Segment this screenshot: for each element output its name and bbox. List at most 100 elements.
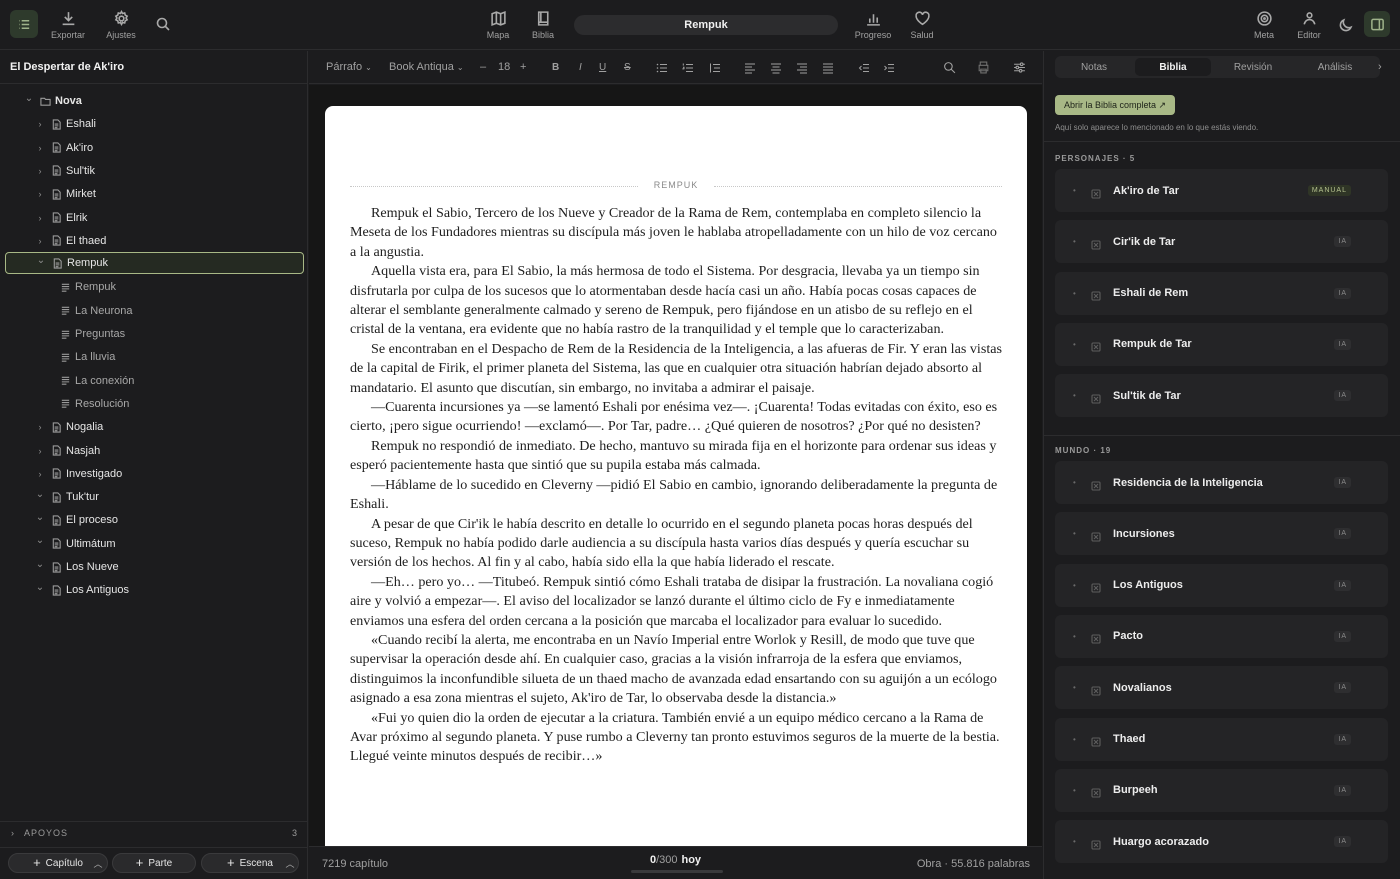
chevron-right-icon[interactable]: › [35, 189, 45, 199]
chapter-item[interactable]: › Nogalia [0, 416, 308, 438]
align-right-icon[interactable] [796, 62, 808, 74]
drag-handle-icon[interactable]: • [1073, 186, 1076, 195]
chevron-down-icon[interactable]: ⌄ [35, 582, 45, 593]
add-part-button[interactable]: + Parte [112, 853, 196, 873]
drag-handle-icon[interactable]: • [1073, 478, 1076, 487]
editor-button[interactable]: Editor [1294, 10, 1324, 40]
numbered-list-icon[interactable] [682, 62, 694, 74]
tab-revision[interactable]: Revisión [1215, 56, 1291, 78]
chapter-item[interactable]: › Investigado [0, 463, 308, 485]
bible-entry-card[interactable]: • Burpeeh IA [1055, 768, 1388, 812]
bible-entry-card[interactable]: • Eshali de Rem IA [1055, 271, 1388, 315]
tabs-more-chevron-icon[interactable]: › [1378, 61, 1382, 73]
chapter-item[interactable]: › Sul'tik [0, 160, 308, 182]
bible-entry-card[interactable]: • Incursiones IA [1055, 512, 1388, 556]
paragraph[interactable]: Rempuk el Sabio, Tercero de los Nueve y … [350, 204, 1002, 262]
drag-handle-icon[interactable]: • [1073, 683, 1076, 692]
drag-handle-icon[interactable]: • [1073, 237, 1076, 246]
drag-handle-icon[interactable]: • [1073, 581, 1076, 590]
chevron-right-icon[interactable]: › [35, 236, 45, 246]
print-icon[interactable] [977, 61, 990, 74]
open-bible-button[interactable]: Abrir la Biblia completa ↗ [1055, 95, 1176, 115]
document-title[interactable]: Rempuk [574, 15, 838, 35]
chevron-right-icon[interactable]: › [35, 213, 45, 223]
font-size-value[interactable]: 18 [498, 61, 510, 73]
chevron-down-icon[interactable]: ⌄ [35, 489, 45, 500]
indent-list-icon[interactable] [709, 62, 721, 74]
chapter-item[interactable]: › Nasjah [0, 440, 308, 462]
chapter-item[interactable]: › Mirket [0, 183, 308, 205]
drag-handle-icon[interactable]: • [1073, 632, 1076, 641]
paragraph[interactable]: Aquella vista era, para El Sabio, la más… [350, 262, 1002, 340]
paragraph[interactable]: «Fui yo quien dio la orden de ejecutar a… [350, 709, 1002, 767]
paragraph[interactable]: Se encontraban en el Despacho de Rem de … [350, 340, 1002, 398]
chevron-right-icon[interactable]: › [35, 143, 45, 153]
chevron-right-icon[interactable]: › [35, 469, 45, 479]
strikethrough-button[interactable]: S [624, 62, 631, 73]
indent-icon[interactable] [883, 62, 895, 74]
tab-biblia[interactable]: Biblia [1135, 58, 1211, 76]
align-left-icon[interactable] [744, 62, 756, 74]
chapter-item[interactable]: ⌄ Rempuk [5, 252, 304, 275]
add-scene-menu-chevron-icon[interactable]: ︿ [281, 853, 299, 873]
align-center-icon[interactable] [770, 62, 782, 74]
chevron-down-icon[interactable]: ⌄ [35, 512, 45, 523]
chevron-down-icon[interactable]: ⌄ [35, 535, 45, 546]
chevron-down-icon[interactable]: ⌄ [35, 559, 45, 570]
paragraph[interactable]: —Eh… pero yo… —Titubeó. Rempuk sintió có… [350, 573, 1002, 631]
chevron-right-icon[interactable]: › [35, 446, 45, 456]
scene-item[interactable]: La conexión [0, 370, 308, 392]
paragraph[interactable]: —Cuarenta incursiones ya —se lamentó Esh… [350, 398, 1002, 437]
bible-entry-card[interactable]: • Ak'iro de Tar MANUAL [1055, 169, 1388, 212]
adjust-icon[interactable] [1013, 61, 1026, 74]
italic-button[interactable]: I [579, 62, 582, 73]
drag-handle-icon[interactable]: • [1073, 391, 1076, 400]
align-justify-icon[interactable] [822, 62, 834, 74]
chevron-right-icon[interactable]: › [35, 166, 45, 176]
add-chapter-menu-chevron-icon[interactable]: ︿ [89, 853, 107, 873]
paragraph[interactable]: A pesar de que Cir'ik le había descrito … [350, 515, 1002, 573]
font-size-decrease-button[interactable]: – [480, 61, 486, 73]
tab-analisis[interactable]: Análisis [1295, 56, 1375, 78]
apoyos-section[interactable]: › APOYOS 3 [0, 821, 308, 843]
tab-notas[interactable]: Notas [1058, 56, 1130, 78]
bible-entry-card[interactable]: • Rempuk de Tar IA [1055, 322, 1388, 366]
find-icon[interactable] [943, 61, 956, 74]
drag-handle-icon[interactable]: • [1073, 340, 1076, 349]
paragraph[interactable]: Rempuk no respondió de inmediato. De hec… [350, 437, 1002, 476]
theme-toggle-button[interactable] [1338, 17, 1354, 38]
font-family-select[interactable]: Book Antiqua ⌄ [389, 61, 464, 73]
progress-button[interactable]: Progreso [854, 10, 892, 40]
bible-entry-card[interactable]: • Cir'ik de Tar IA [1055, 220, 1388, 264]
chevron-down-icon[interactable]: ⌄ [24, 93, 34, 104]
paragraph[interactable]: —Háblame de lo sucedido en Cleverny —pid… [350, 476, 1002, 515]
outdent-icon[interactable] [858, 62, 870, 74]
chapter-item[interactable]: ⌄ Tuk'tur [0, 486, 308, 508]
bible-entry-card[interactable]: • Sul'tik de Tar IA [1055, 374, 1388, 418]
chapter-item[interactable]: ⌄ Los Nueve [0, 556, 308, 578]
chapter-item[interactable]: ⌄ Ultimátum [0, 533, 308, 555]
chevron-right-icon[interactable]: › [35, 119, 45, 129]
font-size-increase-button[interactable]: + [520, 61, 526, 73]
chapter-item[interactable]: ⌄ El proceso [0, 509, 308, 531]
drag-handle-icon[interactable]: • [1073, 289, 1076, 298]
bible-entry-card[interactable]: • Pacto IA [1055, 614, 1388, 658]
goal-button[interactable]: Meta [1250, 10, 1278, 40]
bible-entry-card[interactable]: • Los Antiguos IA [1055, 563, 1388, 607]
paragraph-style-select[interactable]: Párrafo ⌄ [326, 61, 372, 73]
bold-button[interactable]: B [552, 62, 559, 73]
toggle-right-panel-button[interactable] [1364, 11, 1390, 37]
export-button[interactable]: Exportar [50, 10, 86, 40]
drag-handle-icon[interactable]: • [1073, 529, 1076, 538]
bible-button[interactable]: Biblia [529, 10, 557, 40]
bible-entry-card[interactable]: • Thaed IA [1055, 717, 1388, 761]
map-button[interactable]: Mapa [484, 10, 512, 40]
bible-entry-card[interactable]: • Huargo acorazado IA [1055, 820, 1388, 864]
drag-handle-icon[interactable]: • [1073, 786, 1076, 795]
scene-item[interactable]: Rempuk [0, 276, 308, 298]
toggle-sidebar-button[interactable] [10, 10, 38, 38]
drag-handle-icon[interactable]: • [1073, 837, 1076, 846]
scene-text[interactable]: Rempuk el Sabio, Tercero de los Nueve y … [350, 204, 1002, 767]
scene-item[interactable]: La Neurona [0, 300, 308, 322]
search-button[interactable] [155, 16, 171, 37]
